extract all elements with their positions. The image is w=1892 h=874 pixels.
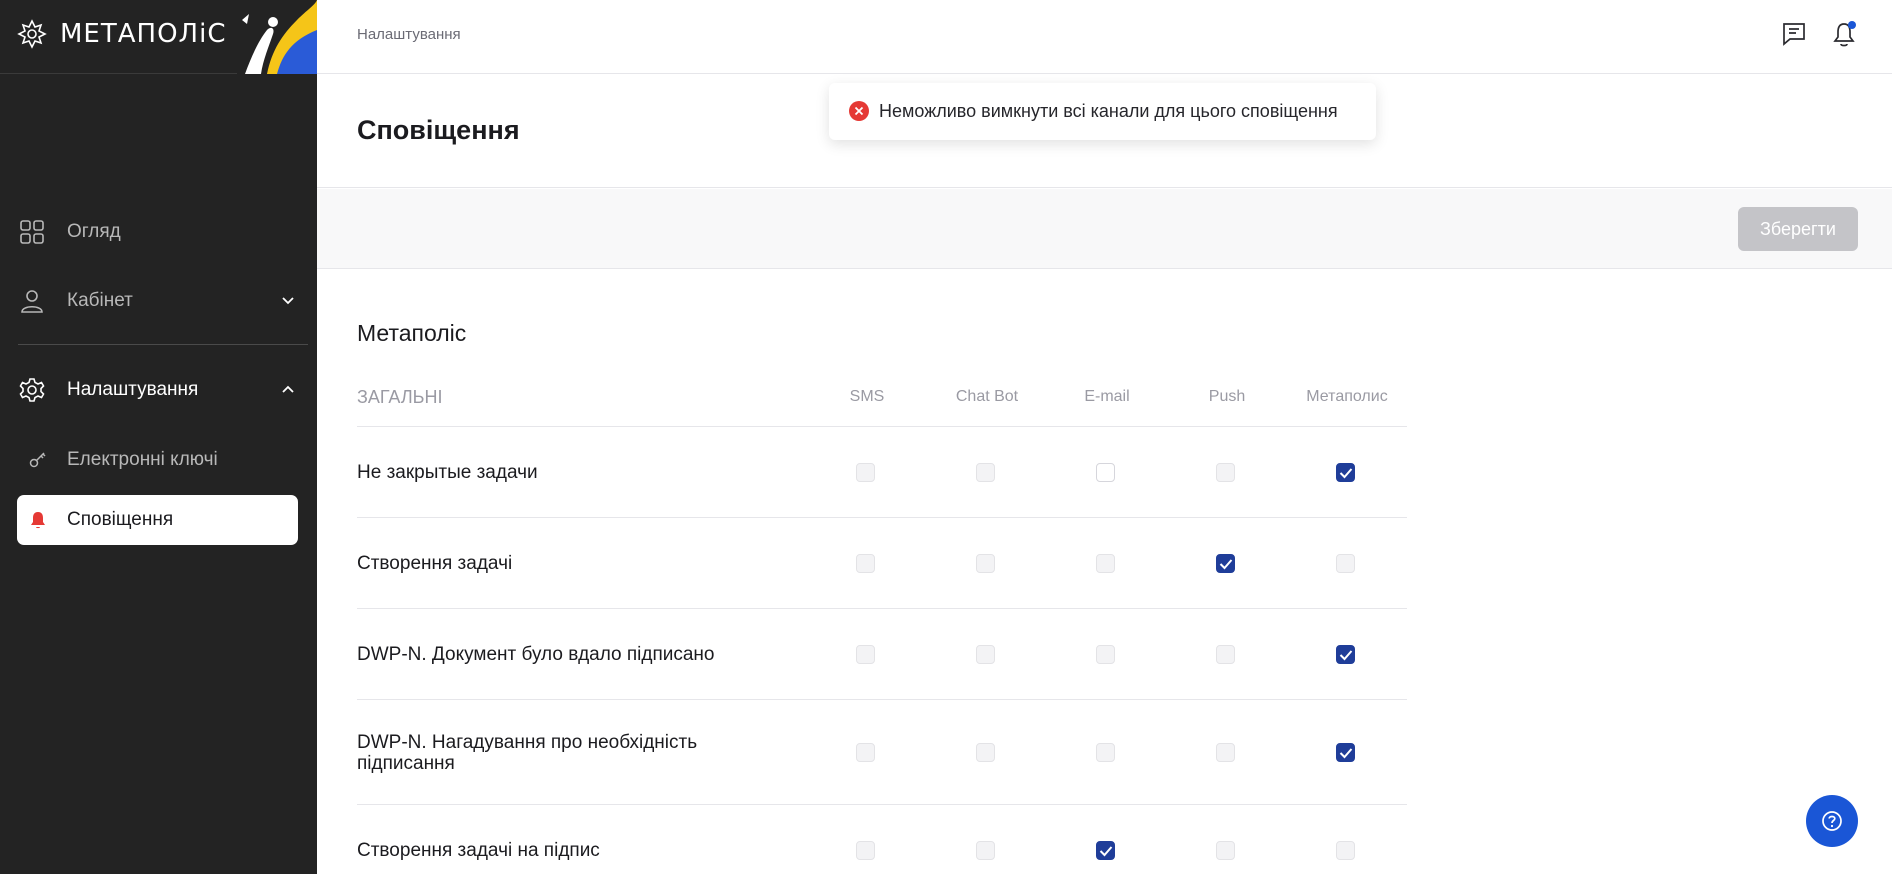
checkbox-push[interactable] [1216,742,1235,762]
sidebar-item-label: Налаштування [67,379,199,400]
checkbox-sms[interactable] [856,462,875,482]
checkmark-icon [1339,747,1353,758]
sidebar-subitem-notifications[interactable]: Сповіщення [17,495,298,545]
checkbox-метаполис[interactable] [1336,553,1355,573]
checkmark-icon [1219,558,1233,569]
bell-icon [31,512,45,529]
toolbar: Зберегти [317,189,1892,269]
sidebar-subitem-keys[interactable]: Електронні ключі [0,435,317,485]
error-toast: Неможливо вимкнути всі канали для цього … [829,83,1376,140]
section-title: Метаполіс [357,320,467,346]
user-icon [21,290,43,313]
checkbox-e-mail[interactable] [1096,462,1115,482]
checkbox-метаполис[interactable] [1336,840,1355,860]
column-header-push: Push [1208,388,1246,405]
checkbox-push[interactable] [1216,553,1235,573]
sidebar: МЕТАПОЛіС Огляд Кабінет Налаштування Еле… [0,0,317,874]
sidebar-item-label: Кабінет [67,290,133,311]
checkbox-e-mail[interactable] [1096,840,1115,860]
column-header-metapolis: Метаполис [1306,388,1388,405]
table-row: DWP-N. Документ було вдало підписано [357,609,1407,700]
logo-icon [17,19,47,49]
chevron-up-icon[interactable] [279,381,297,399]
key-icon [29,452,46,468]
logo-text: МЕТАПОЛіС [60,19,227,49]
column-header-email: E-mail [1084,388,1130,405]
checkbox-sms[interactable] [856,742,875,762]
chat-icon[interactable] [1780,20,1808,48]
grid-icon [20,220,44,244]
gear-icon [19,378,45,402]
row-label: DWP-N. Документ було вдало підписано [357,643,715,665]
checkbox-e-mail[interactable] [1096,553,1115,573]
top-header: Налаштування [317,0,1892,74]
sidebar-subitem-label: Електронні ключі [67,449,218,470]
group-header: ЗАГАЛЬНІ [357,387,443,407]
checkbox-метаполис[interactable] [1336,644,1355,664]
save-button[interactable]: Зберегти [1738,207,1858,251]
table-row: Не закрытые задачи [357,427,1407,518]
checkbox-push[interactable] [1216,840,1235,860]
checkbox-chat-bot[interactable] [976,840,995,860]
table-row: Створення задачі [357,518,1407,609]
checkbox-chat-bot[interactable] [976,462,995,482]
toast-message: Неможливо вимкнути всі канали для цього … [879,101,1338,121]
sidebar-item-label: Огляд [67,221,121,242]
checkbox-метаполис[interactable] [1336,462,1355,482]
row-label: Не закрытые задачи [357,461,538,483]
logo-bar: МЕТАПОЛіС [0,0,317,74]
chevron-down-icon[interactable] [279,292,297,310]
checkbox-push[interactable] [1216,462,1235,482]
row-label: Створення задачі [357,552,513,574]
sidebar-item-overview[interactable]: Огляд [0,207,317,257]
checkbox-push[interactable] [1216,644,1235,664]
sidebar-item-settings[interactable]: Налаштування [0,365,317,415]
help-icon [1822,811,1842,831]
table-row: DWP-N. Нагадування про необхідність підп… [357,700,1407,805]
checkbox-sms[interactable] [856,553,875,573]
sidebar-divider [18,344,308,345]
logo-illustration [237,0,317,74]
checkbox-e-mail[interactable] [1096,644,1115,664]
checkbox-chat-bot[interactable] [976,553,995,573]
checkbox-chat-bot[interactable] [976,644,995,664]
column-header-chatbot: Chat Bot [955,388,1019,405]
help-button[interactable] [1806,795,1858,847]
checkmark-icon [1099,845,1113,856]
checkbox-sms[interactable] [856,644,875,664]
checkbox-sms[interactable] [856,840,875,860]
checkbox-e-mail[interactable] [1096,742,1115,762]
checkmark-icon [1339,467,1353,478]
notification-bell-icon[interactable] [1830,20,1858,48]
error-icon [849,101,869,121]
page-title: Сповіщення [357,115,520,145]
row-label: DWP-N. Нагадування про необхідність підп… [357,731,698,774]
table-row: Створення задачі на підпис [357,805,1407,874]
sidebar-item-cabinet[interactable]: Кабінет [0,276,317,326]
sidebar-subitem-label: Сповіщення [67,509,174,530]
breadcrumb[interactable]: Налаштування [357,26,461,43]
checkbox-chat-bot[interactable] [976,742,995,762]
checkmark-icon [1339,649,1353,660]
row-label: Створення задачі на підпис [357,839,600,861]
checkbox-метаполис[interactable] [1336,742,1355,762]
column-header-sms: SMS [849,388,885,405]
